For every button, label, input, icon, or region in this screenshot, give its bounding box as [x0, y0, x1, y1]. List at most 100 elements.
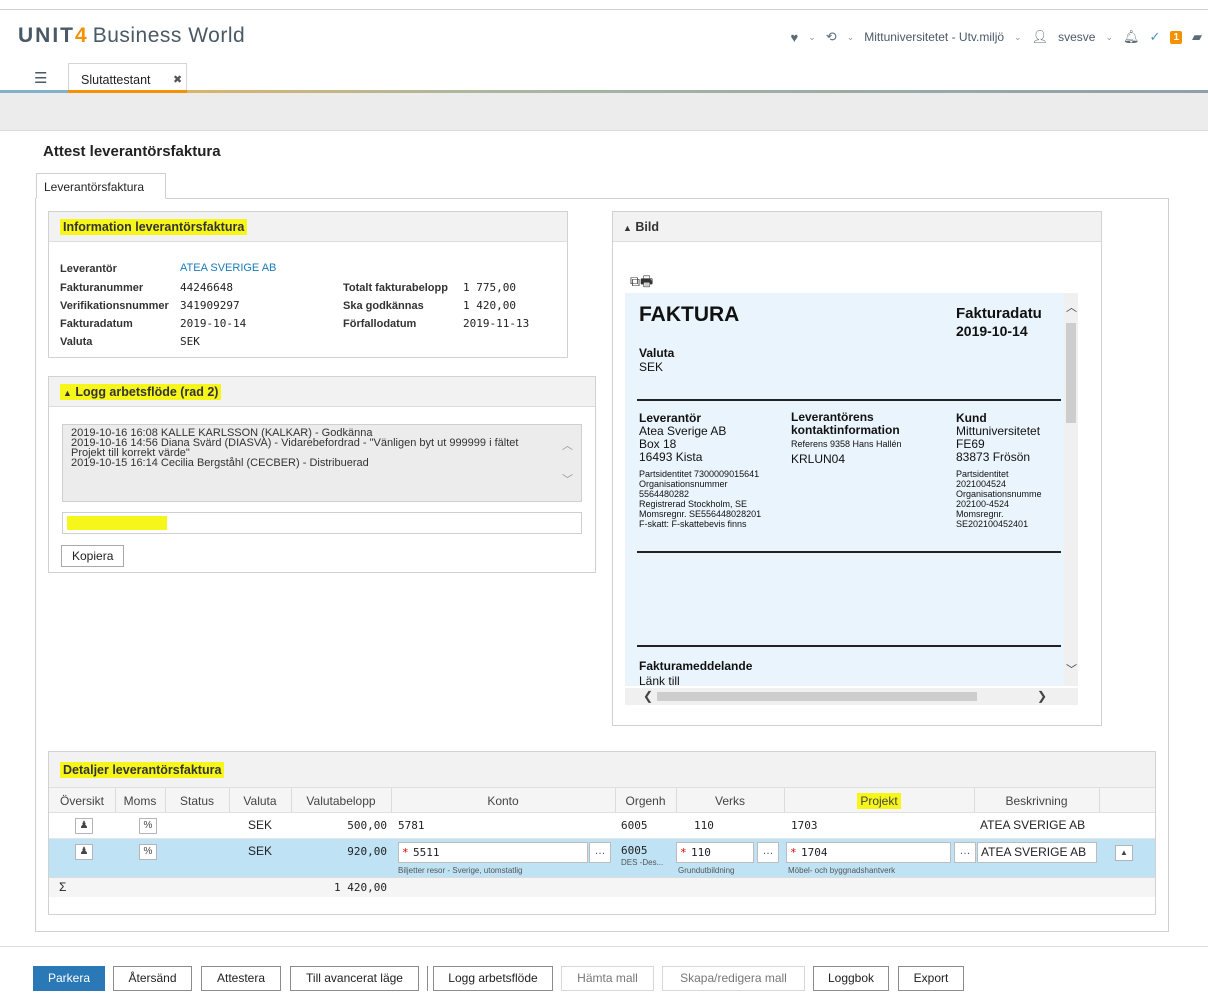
open-external-icon[interactable]: ⧉ [630, 273, 640, 289]
log-comment-input[interactable] [62, 512, 582, 534]
panel-header[interactable]: ▲ Bild [613, 212, 1101, 242]
menu-list-icon[interactable]: ☰ [34, 69, 47, 87]
scroll-right-icon[interactable]: ❯ [1037, 689, 1047, 703]
panel-title: Logg arbetsflöde (rad 2) [75, 385, 219, 399]
panel-header[interactable]: Detaljer leverantörsfaktura [49, 752, 1155, 788]
invoice-date-label: Fakturadatu [956, 305, 1042, 322]
column-header[interactable]: Verks [676, 794, 784, 808]
info-label: Valuta [60, 336, 93, 348]
atersand-button[interactable]: Återsänd [113, 966, 192, 991]
column-header-projekt[interactable]: Projekt [784, 793, 974, 809]
bell-icon[interactable]: 🔔︎ [1123, 29, 1140, 45]
fetch-template-button[interactable]: Hämta mall [561, 966, 654, 991]
horizontal-scrollbar[interactable]: ❮ ❯ [625, 688, 1078, 705]
project-lookup-button[interactable]: … [954, 842, 976, 863]
collapse-icon[interactable]: ▲ [623, 223, 632, 233]
close-icon[interactable]: ✖ [173, 73, 182, 86]
tab-row: ☰ Slutattestant ✖ [0, 63, 1208, 93]
advanced-mode-button[interactable]: Till avancerat läge [290, 966, 419, 991]
info-value: 341909297 [180, 299, 240, 312]
invoice-image[interactable]: FAKTURA Fakturadatu 2019-10-14 Valuta SE… [625, 293, 1078, 686]
table-row-selected[interactable]: ♟ % SEK 920,00 * 5511 … Biljetter resor -… [49, 839, 1155, 877]
heart-icon[interactable]: ♥ [791, 30, 799, 45]
scroll-up-icon[interactable]: ︿ [562, 441, 573, 452]
notification-badge[interactable]: 1 [1170, 30, 1182, 44]
panel-title: Detaljer leverantörsfaktura [60, 762, 225, 778]
cell-verks: 110 [694, 819, 714, 832]
panel-header[interactable]: ▲ Logg arbetsflöde (rad 2) [49, 377, 595, 407]
tab-label: Leverantörsfaktura [44, 180, 145, 194]
collapse-icon[interactable]: ▲ [63, 388, 72, 398]
project-input[interactable]: * 1704 [786, 842, 951, 863]
vertical-scrollbar[interactable]: ︿ ﹀ [1064, 293, 1078, 686]
invoice-contact-code: KRLUN04 [791, 452, 846, 466]
tab-leverantorsfaktura[interactable]: Leverantörsfaktura [36, 173, 166, 199]
scroll-down-icon[interactable]: ﹀ [1066, 661, 1077, 677]
history-icon[interactable]: ⟲ [826, 29, 837, 45]
tab-slutattestant[interactable]: Slutattestant ✖ [68, 63, 187, 93]
invoice-customer-block: Mittuniversitetet FE69 83873 Frösön [956, 424, 1041, 464]
table-row[interactable]: ♟ % SEK 500,00 5781 6005 110 1703 ATEA S… [49, 813, 1155, 839]
info-value: 2019-11-13 [463, 317, 530, 330]
page-title: Attest leverantörsfaktura [43, 143, 221, 160]
chevron-down-icon[interactable]: ⌄ [847, 32, 855, 43]
overview-icon[interactable]: ♟ [75, 844, 93, 860]
moms-icon[interactable]: % [139, 818, 157, 834]
column-header[interactable]: Konto [391, 794, 615, 808]
panel-title: Information leverantörsfaktura [60, 219, 248, 235]
column-header[interactable]: Moms [115, 794, 165, 808]
copy-button[interactable]: Kopiera [61, 545, 125, 567]
supplier-link[interactable]: ATEA SVERIGE AB [180, 262, 276, 274]
info-label: Fakturadatum [60, 318, 133, 330]
check-icon[interactable]: ✓ [1150, 29, 1161, 45]
invoice-rule [637, 399, 1061, 401]
log-textarea[interactable]: 2019-10-16 16:08 KALLE KARLSSON (KALKAR)… [62, 424, 582, 502]
user-menu[interactable]: svesve [1058, 30, 1095, 44]
verks-input[interactable]: * 110 [676, 842, 754, 863]
scrollbar-thumb[interactable] [657, 692, 977, 701]
sum-value: 1 420,00 [334, 881, 387, 894]
chevron-down-icon[interactable]: ⌄ [1014, 32, 1022, 43]
panel-header[interactable]: Information leverantörsfaktura [49, 212, 567, 242]
log-line: 2019-10-15 16:14 Cecilia Bergståhl (CECB… [71, 457, 369, 469]
expand-row-icon[interactable]: ▲ [1115, 845, 1133, 861]
print-icon[interactable]: 🖶︎ [640, 273, 653, 289]
chevron-down-icon[interactable]: ⌄ [808, 32, 816, 43]
verks-lookup-button[interactable]: … [757, 842, 779, 863]
column-header[interactable]: Översikt [49, 794, 115, 808]
column-header[interactable]: Orgenh [615, 794, 676, 808]
info-label: Ska godkännas [343, 300, 424, 312]
scrollbar-thumb[interactable] [1066, 323, 1076, 423]
log-workflow-button[interactable]: Logg arbetsflöde [433, 966, 553, 991]
account-lookup-button[interactable]: … [589, 842, 611, 863]
column-header[interactable]: Beskrivning [974, 794, 1099, 808]
column-header[interactable]: Status [165, 794, 229, 808]
description-input[interactable]: ATEA SVERIGE AB [977, 842, 1097, 863]
attestera-button[interactable]: Attestera [201, 966, 281, 991]
environment-selector[interactable]: Mittuniversitetet - Utv.miljö [864, 30, 1004, 44]
chevron-down-icon[interactable]: ⌄ [1105, 32, 1113, 43]
create-edit-template-button[interactable]: Skapa/redigera mall [662, 966, 805, 991]
overview-icon[interactable]: ♟ [75, 818, 93, 834]
scroll-left-icon[interactable]: ❮ [643, 689, 653, 703]
cell-amount: 920,00 [347, 845, 387, 858]
chat-icon[interactable]: ▰ [1192, 29, 1202, 45]
scroll-down-icon[interactable]: ﹀ [562, 475, 573, 486]
account-description: Biljetter resor - Sverige, utomstatlig [398, 866, 523, 875]
invoice-contact-label: Leverantörens kontaktinformation [791, 410, 900, 437]
info-value: 1 420,00 [463, 299, 516, 312]
column-header[interactable]: Valuta [229, 794, 291, 808]
account-input[interactable]: * 5511 [398, 842, 588, 863]
invoice-currency-value: SEK [639, 360, 664, 374]
invoice-date-value: 2019-10-14 [956, 323, 1028, 339]
invoice-currency-label: Valuta [639, 346, 675, 360]
scroll-up-icon[interactable]: ︿ [1066, 299, 1077, 315]
org-description: DES -Des... [621, 858, 664, 867]
cell-org: 6005 [621, 844, 648, 857]
app-logo[interactable]: UNIT4 Business World [18, 24, 245, 48]
loggbok-button[interactable]: Loggbok [813, 966, 889, 991]
parkera-button[interactable]: Parkera [33, 966, 105, 991]
column-header[interactable]: Valutabelopp [291, 794, 391, 808]
moms-icon[interactable]: % [139, 844, 157, 860]
export-button[interactable]: Export [898, 966, 964, 991]
